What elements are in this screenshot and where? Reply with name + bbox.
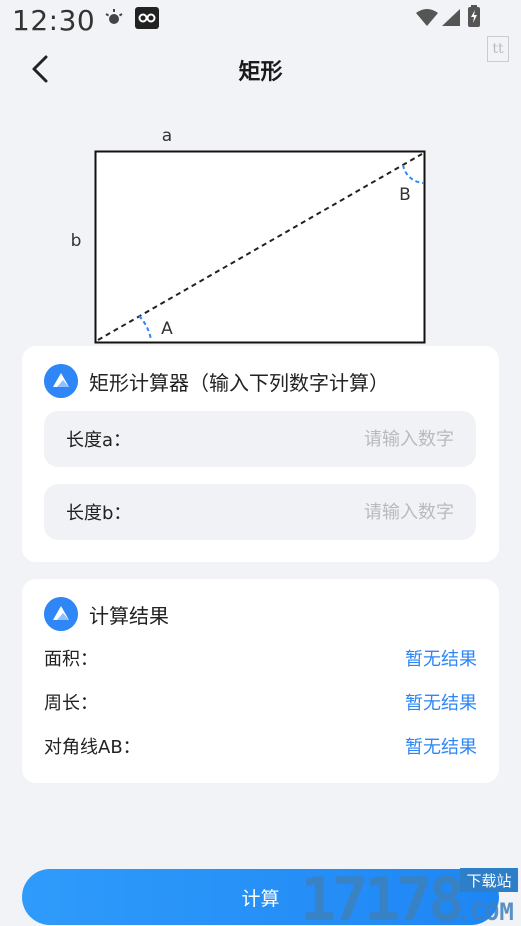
calculator-card-header: 矩形计算器（输入下列数字计算）: [44, 364, 389, 398]
result-card-header: 计算结果: [44, 597, 169, 631]
watermark-com: .COM: [456, 898, 514, 926]
perimeter-label: 周长：: [44, 693, 98, 714]
perimeter-value: 暂无结果: [405, 693, 477, 714]
diagonal-result-row: 对角线AB： 暂无结果: [44, 731, 477, 761]
app-logo-icon: [44, 364, 78, 398]
calculator-card-title: 矩形计算器（输入下列数字计算）: [89, 370, 389, 395]
watermark-number: 17178: [300, 865, 461, 926]
perimeter-result-row: 周长： 暂无结果: [44, 687, 477, 717]
status-time: 12:30: [12, 4, 96, 37]
label-angle-b: B: [399, 185, 411, 205]
length-b-field: 长度b：: [44, 484, 476, 540]
page-title: 矩形: [238, 60, 283, 85]
calculator-input-card: 矩形计算器（输入下列数字计算） 长度a： 长度b：: [22, 346, 499, 562]
label-a: a: [162, 126, 172, 146]
app-logo-icon: [44, 597, 78, 631]
result-card: 计算结果 面积： 暂无结果 周长： 暂无结果 对角线AB： 暂无结果: [22, 579, 499, 783]
rectangle-diagram: a b A B: [71, 126, 426, 344]
diagonal-value: 暂无结果: [405, 737, 477, 758]
watermark-tag: 下载站: [466, 872, 511, 890]
result-card-title: 计算结果: [89, 603, 169, 628]
length-b-label: 长度b：: [66, 503, 132, 524]
length-a-field: 长度a：: [44, 411, 476, 467]
battery-icon: [468, 5, 480, 27]
label-angle-a: A: [161, 319, 173, 339]
status-bar: 12:30: [0, 0, 521, 40]
area-result-row: 面积： 暂无结果: [44, 643, 477, 673]
length-a-input[interactable]: [186, 428, 454, 450]
label-b: b: [71, 231, 82, 251]
length-a-label: 长度a：: [66, 430, 132, 451]
length-b-input[interactable]: [186, 501, 454, 523]
area-label: 面积：: [44, 649, 98, 670]
signal-icon: [442, 9, 460, 26]
diagonal-label: 对角线AB：: [44, 737, 141, 758]
app-notification-icon: [135, 7, 159, 29]
site-watermark-logo: 17178 下载站 .COM: [300, 865, 518, 926]
brightness-icon: [105, 9, 123, 24]
header: 矩形: [0, 44, 521, 94]
wifi-icon: [416, 9, 438, 26]
area-value: 暂无结果: [405, 649, 477, 670]
